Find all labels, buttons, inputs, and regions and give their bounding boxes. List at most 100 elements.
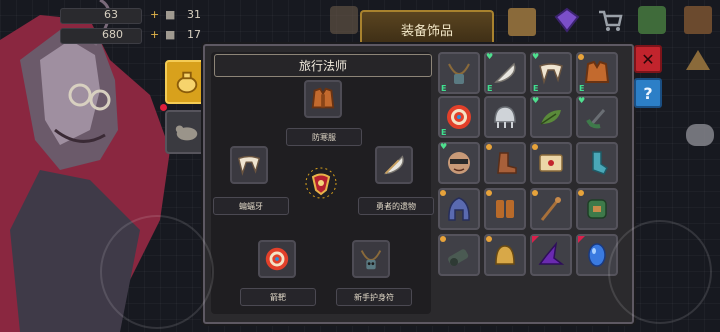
equipped-badge: E xyxy=(487,84,493,93)
rarity-badge xyxy=(532,144,538,150)
slot-bottom-right[interactable] xyxy=(352,240,390,278)
slot-top-label: 防寒服 xyxy=(286,128,362,146)
target-icon xyxy=(447,105,471,129)
pet-icon xyxy=(175,125,198,141)
hood-icon xyxy=(448,197,470,221)
tent-icon[interactable] xyxy=(684,46,712,74)
slot-bottom-left-label: 箭靶 xyxy=(240,288,316,306)
equipped-badge: E xyxy=(441,128,447,137)
rarity-badge xyxy=(486,190,492,196)
inventory-item[interactable]: E xyxy=(576,52,618,94)
pack-icon xyxy=(587,199,607,219)
material-icon: ■ xyxy=(165,8,176,21)
slot-left-label: 蝙蝠牙 xyxy=(213,197,289,215)
inventory-item[interactable]: ♥ E xyxy=(530,52,572,94)
chat-icon[interactable] xyxy=(686,124,714,146)
slot-center[interactable] xyxy=(304,166,338,200)
vest-icon xyxy=(311,87,335,109)
slot-right[interactable] xyxy=(375,146,413,184)
helmet-icon xyxy=(494,106,516,128)
sock-icon xyxy=(592,151,608,175)
boot-icon xyxy=(497,152,517,174)
vest-icon xyxy=(584,60,610,83)
inventory-item[interactable] xyxy=(484,142,526,184)
plus-icon: + xyxy=(150,28,160,41)
gem-icon[interactable] xyxy=(553,6,581,34)
witch-hat-icon xyxy=(538,241,565,265)
fang-icon xyxy=(539,63,563,85)
inventory-item[interactable] xyxy=(484,234,526,276)
inventory-item[interactable] xyxy=(530,142,572,184)
inventory-item[interactable] xyxy=(438,188,480,230)
equipped-badge: E xyxy=(441,84,447,93)
plus-icon: + xyxy=(150,8,160,21)
slot-bottom-left[interactable] xyxy=(258,240,296,278)
inventory-item[interactable] xyxy=(484,96,526,138)
feather-icon xyxy=(383,155,404,175)
hud-stat-4: 17 xyxy=(187,28,201,41)
hud-bar-1 xyxy=(60,8,142,24)
necklace-icon xyxy=(360,250,382,270)
scroll-icon xyxy=(539,154,563,172)
flask-icon xyxy=(176,71,198,94)
shop-cart-icon[interactable] xyxy=(596,6,624,34)
heart-badge: ♥ xyxy=(578,96,586,105)
action-joystick[interactable] xyxy=(608,220,712,324)
scythe-icon xyxy=(586,109,606,129)
new-badge xyxy=(532,236,539,243)
help-button[interactable]: ? xyxy=(634,78,662,108)
page-title: 装备饰品 xyxy=(360,10,494,46)
inventory-item[interactable]: ♥ xyxy=(576,96,618,138)
gauntlet-icon xyxy=(496,200,514,218)
inventory-item[interactable] xyxy=(530,234,572,276)
target-icon xyxy=(265,247,289,271)
inventory-item[interactable]: ♥ xyxy=(530,96,572,138)
staff-icon xyxy=(540,197,561,221)
material-icon: ■ xyxy=(165,28,176,41)
inventory-item[interactable]: E xyxy=(438,96,480,138)
class-name: 旅行法师 xyxy=(214,54,432,77)
cannon-icon xyxy=(448,249,469,266)
amulet-icon xyxy=(305,167,337,199)
inventory-item[interactable] xyxy=(576,188,618,230)
chest-icon[interactable] xyxy=(508,8,536,36)
hud-stat-3: 31 xyxy=(187,8,201,21)
rarity-badge xyxy=(578,54,584,60)
hud-bar-2 xyxy=(60,28,142,44)
movement-joystick[interactable] xyxy=(100,215,214,329)
mask-icon xyxy=(448,152,470,174)
menu-icon[interactable] xyxy=(638,6,666,34)
slot-right-label: 勇者的遗物 xyxy=(358,197,434,215)
rarity-badge xyxy=(486,144,492,150)
slot-top[interactable] xyxy=(304,80,342,118)
inventory-item[interactable]: E xyxy=(438,52,480,94)
rarity-badge xyxy=(440,236,446,242)
rarity-badge xyxy=(532,190,538,196)
equipped-badge: E xyxy=(579,84,585,93)
equipped-badge: E xyxy=(533,84,539,93)
inventory-item[interactable] xyxy=(438,234,480,276)
hud-stat-1: 63 xyxy=(104,8,118,21)
character-icon[interactable] xyxy=(330,6,358,34)
hud-stat-2: 680 xyxy=(102,28,123,41)
rarity-badge xyxy=(486,236,492,242)
inventory-item[interactable] xyxy=(576,142,618,184)
rarity-badge xyxy=(578,190,584,196)
inventory-item[interactable]: ♥ xyxy=(438,142,480,184)
inventory-item[interactable] xyxy=(484,188,526,230)
rarity-badge xyxy=(440,190,446,196)
inventory-item[interactable]: ♥ E xyxy=(484,52,526,94)
slot-left[interactable] xyxy=(230,146,268,184)
close-button[interactable]: ✕ xyxy=(634,45,662,73)
feather-icon xyxy=(494,62,516,83)
leaf-icon xyxy=(540,110,561,125)
heart-badge: ♥ xyxy=(532,52,540,61)
heart-badge: ♥ xyxy=(486,52,494,61)
slot-bottom-right-label: 新手护身符 xyxy=(336,288,412,306)
new-badge xyxy=(578,236,585,243)
heart-badge: ♥ xyxy=(532,96,540,105)
journal-icon[interactable] xyxy=(684,6,712,34)
inventory-item[interactable] xyxy=(530,188,572,230)
fang-icon xyxy=(237,155,261,176)
bell-icon xyxy=(495,245,515,265)
